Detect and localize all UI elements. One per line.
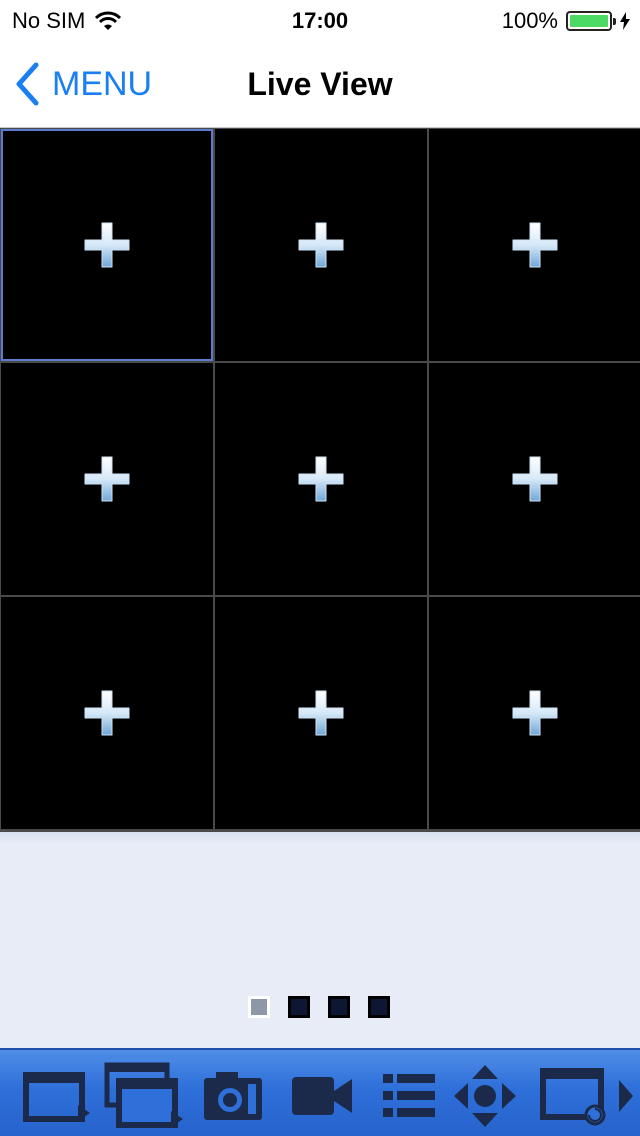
menu-back-label: MENU (52, 64, 153, 103)
plus-icon (512, 690, 558, 736)
video-record-icon (292, 1077, 352, 1115)
plus-icon (298, 456, 344, 502)
battery-percent: 100% (501, 8, 558, 33)
camera-snapshot-icon (204, 1072, 262, 1120)
plus-icon (84, 690, 130, 736)
record-button[interactable] (286, 1058, 356, 1134)
page-dot-3[interactable] (328, 996, 350, 1018)
snapshot-button[interactable] (198, 1058, 268, 1134)
camera-slot-1[interactable] (1, 129, 213, 361)
page-dot-1[interactable] (248, 996, 270, 1018)
camera-slot-9[interactable] (429, 597, 640, 829)
list-icon (383, 1074, 435, 1117)
pager-area (0, 832, 640, 1048)
multi-view-play-icon (104, 1062, 183, 1128)
plus-icon (298, 222, 344, 268)
battery-icon (566, 11, 616, 31)
camera-slot-4[interactable] (1, 363, 213, 595)
plus-icon (298, 690, 344, 736)
live-view-grid (0, 128, 640, 832)
plus-icon (84, 222, 130, 268)
page-dot-2[interactable] (288, 996, 310, 1018)
camera-slot-5[interactable] (215, 363, 427, 595)
toolbar-next-button[interactable] (612, 1058, 638, 1134)
nav-bar: MENU Live View (0, 40, 640, 128)
page-indicator (248, 996, 408, 1018)
camera-slot-3[interactable] (429, 129, 640, 361)
plus-icon (512, 456, 558, 502)
status-bar: No SIM 17:00 100% (0, 0, 640, 40)
page-dot-4[interactable] (368, 996, 390, 1018)
camera-slot-7[interactable] (1, 597, 213, 829)
single-view-play-icon (23, 1072, 90, 1122)
screen-refresh-icon (540, 1068, 606, 1126)
menu-back-button[interactable]: MENU (14, 60, 152, 108)
multi-view-play-button[interactable] (100, 1058, 186, 1134)
device-list-button[interactable] (378, 1058, 440, 1134)
chevron-left-icon (16, 62, 39, 106)
ptz-direction-icon (454, 1065, 516, 1127)
camera-slot-6[interactable] (429, 363, 640, 595)
camera-slot-2[interactable] (215, 129, 427, 361)
charging-bolt-icon (620, 12, 630, 30)
refresh-view-button[interactable] (536, 1058, 610, 1134)
status-right: 100% (502, 8, 630, 34)
plus-icon (512, 222, 558, 268)
next-arrow-icon (619, 1080, 633, 1112)
camera-slot-8[interactable] (215, 597, 427, 829)
single-view-play-button[interactable] (18, 1058, 94, 1134)
ptz-control-button[interactable] (450, 1058, 520, 1134)
plus-icon (84, 456, 130, 502)
battery-level (570, 15, 608, 27)
bottom-toolbar (0, 1048, 640, 1136)
